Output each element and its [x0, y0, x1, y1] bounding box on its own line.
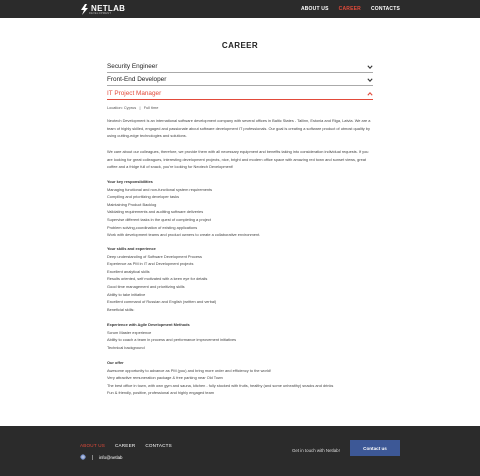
list-item: Maintaining Product Backlog [107, 201, 157, 207]
footer-nav: ABOUT US CAREER CONTACTS [80, 443, 172, 448]
globe-icon[interactable] [80, 454, 86, 460]
list-item: Validating requirements and auditing sof… [107, 209, 204, 215]
footer-nav-contacts[interactable]: CONTACTS [145, 443, 172, 448]
job-type: Full time [143, 105, 159, 110]
accordion-security-engineer[interactable]: Security Engineer [107, 62, 373, 73]
footer-nav-about-us[interactable]: ABOUT US [80, 443, 105, 448]
list-item: Compiling and prioritizing developer tas… [107, 194, 180, 200]
list-item: The best office in town, with own gym an… [107, 382, 334, 388]
nav-contacts[interactable]: CONTACTS [371, 6, 400, 12]
page-title: CAREER [221, 41, 259, 50]
job-care: We care about our colleagues, therefore,… [107, 149, 369, 170]
accordion-front-end-developer[interactable]: Front-End Developer [107, 75, 373, 86]
logo-subtext: DEVELOPMENT [89, 12, 112, 15]
top-navbar: NETLAB DEVELOPMENT ABOUT US CAREER CONTA… [0, 0, 480, 18]
section-heading: Our offer [107, 360, 124, 365]
list-item: Ability to coach a team in process and p… [107, 337, 237, 343]
list-item: Good time management and prioritizing sk… [107, 283, 185, 289]
agile-section: Experience with Agile Development Method… [107, 321, 373, 351]
main-nav: ABOUT US CAREER CONTACTS [301, 6, 400, 12]
list-item: Ability to take initiative [107, 291, 146, 297]
section-heading: Your skills and experience [107, 246, 156, 251]
list-item: Supervise different tasks in the quest o… [107, 216, 211, 222]
divider [92, 454, 93, 460]
contact-us-button[interactable]: Contact us [350, 440, 400, 456]
accordion-label: Front-End Developer [107, 76, 167, 83]
section-heading: Your key responsibilities [107, 179, 153, 184]
separator: | [137, 105, 143, 110]
accordion-it-project-manager[interactable]: IT Project Manager [107, 89, 373, 100]
list-item: Very attractive remuneration package & f… [107, 375, 223, 381]
list-item: Deep understanding of Software Developme… [107, 253, 202, 259]
netlab-logo-icon [81, 3, 88, 15]
responsibilities-section: Your key responsibilities Managing funct… [107, 178, 373, 239]
accordion-label: Security Engineer [107, 63, 158, 70]
nav-about-us[interactable]: ABOUT US [301, 6, 329, 12]
job-location: Location: Cyprus [107, 105, 137, 110]
list-item: Problem solving,coordination of existing… [107, 224, 198, 230]
footer: ABOUT US CAREER CONTACTS info@netlab Get… [0, 426, 480, 476]
footer-nav-career[interactable]: CAREER [115, 443, 135, 448]
list-item: Work with development teams and product … [107, 232, 261, 238]
job-location-line: Location: Cyprus | Full time [107, 105, 158, 110]
list-item: Experience as PM in IT and Development p… [107, 261, 194, 267]
list-item: Excellent command of Russian and English… [107, 299, 217, 305]
chevron-up-icon [367, 91, 373, 96]
footer-contact: info@netlab [80, 454, 123, 460]
list-item: Excellent analytical skills [107, 268, 150, 274]
get-in-touch-text: Get in touch with Netlab! [292, 448, 340, 453]
job-intro: Neotech Development is an international … [107, 118, 371, 139]
chevron-down-icon [367, 65, 373, 70]
list-item: Fun & friendly, positive, professional a… [107, 390, 214, 396]
list-item: Awesome opportunity to advance as PM (yo… [107, 367, 271, 373]
skills-section: Your skills and experience Deep understa… [107, 245, 373, 313]
list-item: Managing functional and non-functional s… [107, 186, 213, 192]
offer-section: Our offer Awesome opportunity to advance… [107, 359, 373, 397]
chevron-down-icon [367, 78, 373, 83]
section-heading: Experience with Agile Development Method… [107, 322, 190, 327]
list-item: Technical background [107, 344, 145, 350]
list-item: Beneficial skills: [107, 306, 135, 312]
nav-career[interactable]: CAREER [339, 6, 361, 12]
list-item: Results oriented, self motivated with a … [107, 276, 208, 282]
accordion-label: IT Project Manager [107, 90, 162, 97]
footer-email[interactable]: info@netlab [99, 455, 123, 460]
list-item: Scrum Master experience [107, 329, 152, 335]
